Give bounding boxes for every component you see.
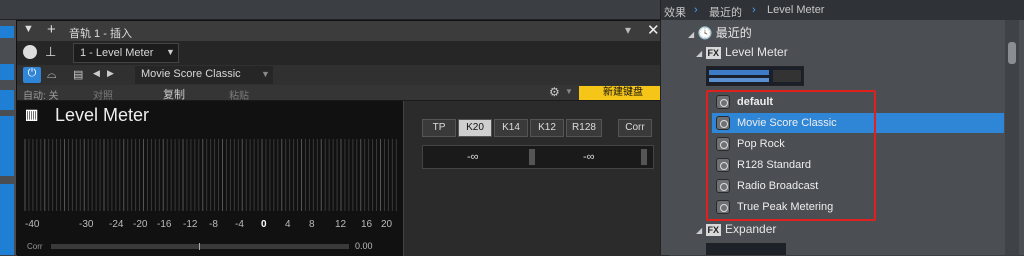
r128-button[interactable]: R128 [566, 119, 602, 137]
corr-label: Corr [27, 242, 43, 251]
scale-tick-label: 16 [361, 219, 373, 230]
scale-tick-label: -8 [209, 219, 218, 230]
track-indicator [0, 64, 14, 80]
insert-name: 1 - Level Meter [80, 47, 154, 59]
scale-tick-label: -24 [109, 219, 124, 230]
scale-tick-label: -4 [235, 219, 244, 230]
expand-icon: ◢ [688, 30, 695, 39]
track-indicator [0, 116, 14, 176]
scale-tick-label: -16 [157, 219, 172, 230]
meter-graph [24, 139, 397, 211]
readout-divider [529, 149, 535, 165]
chevron-down-icon: ▼ [166, 47, 175, 57]
pin-icon[interactable]: ▾ [625, 23, 631, 37]
thumbnail-detail [709, 70, 769, 75]
breadcrumb-recent[interactable]: 最近的 [709, 4, 742, 20]
track-indicator [0, 184, 14, 255]
scale-tick-label: -12 [183, 219, 198, 230]
scale-tick-label: -20 [133, 219, 148, 230]
track-indicator [0, 26, 14, 38]
peak-readout: -∞ -∞ [422, 145, 654, 169]
plugin-window: ▼ + 音轨 1 - 插入 ▾ ✕ ⊥ 1 - Level Meter ▼ ⏻ … [16, 20, 669, 256]
correlation-bar [51, 243, 349, 250]
routing-icon[interactable]: ⊥ [45, 44, 56, 60]
level-meter-panel: ▥ Level Meter -40 -30 -24 -20 -16 -12 -8 -4 0 4 8 1… [17, 101, 403, 256]
correlation-value: 0.00 [355, 241, 373, 251]
compare-button[interactable]: 对照 [93, 87, 113, 102]
power-icon[interactable]: ⏻ [23, 67, 41, 83]
scrollbar-thumb[interactable] [1008, 42, 1016, 64]
compare-row: 自动: 关 对照 复制 粘贴 ⚙ ▼ 新建键盘 [17, 85, 669, 102]
gear-icon[interactable]: ⚙ [549, 85, 560, 99]
clock-icon: 🕓 [697, 26, 713, 40]
bypass-icon[interactable]: ⌓ [47, 67, 57, 82]
plugin-thumbnail [706, 66, 804, 86]
copy-button[interactable]: 复制 [163, 86, 185, 102]
power-knob-icon[interactable] [23, 45, 37, 59]
k12-button[interactable]: K12 [530, 119, 564, 137]
meter-controls-panel: TP K20 K14 K12 R128 Corr -∞ -∞ [403, 101, 669, 256]
chevron-right-icon: › [752, 4, 756, 16]
tree-recent[interactable]: ◢ 🕓 最近的 [688, 24, 752, 41]
fx-icon: FX [705, 224, 722, 236]
preset-list-icon[interactable]: ▤ [73, 68, 83, 81]
tree-level-meter[interactable]: ◢ FX Level Meter [696, 45, 788, 59]
breadcrumb: 效果 › 最近的 › Level Meter [661, 0, 1024, 20]
preset-name: Movie Score Classic [141, 68, 241, 80]
tp-button[interactable]: TP [422, 119, 456, 137]
scale-tick-label: 20 [381, 219, 393, 230]
insert-row: ⊥ 1 - Level Meter ▼ [17, 41, 669, 65]
expand-icon: ◢ [696, 226, 703, 235]
preset-row: ⏻ ⌓ ▤ ◀ ▶ Movie Score Classic ▼ [17, 65, 669, 85]
insert-selector[interactable]: 1 - Level Meter ▼ [73, 43, 179, 63]
plugin-brand-title: Level Meter [55, 105, 150, 125]
presonus-logo-icon: ▥ [25, 106, 39, 122]
tree-level-meter-label: Level Meter [725, 45, 788, 59]
collapse-icon[interactable]: ▼ [23, 23, 34, 35]
expand-icon: ◢ [696, 49, 703, 58]
tree-expander-label: Expander [725, 222, 777, 236]
scale-tick-label: 4 [285, 219, 291, 230]
chevron-right-icon: › [694, 4, 698, 16]
corr-button[interactable]: Corr [618, 119, 652, 137]
chevron-down-icon: ▼ [261, 69, 270, 79]
scale-tick-label: -30 [79, 219, 94, 230]
breadcrumb-effects[interactable]: 效果 [664, 4, 686, 20]
breadcrumb-level-meter[interactable]: Level Meter [767, 4, 824, 16]
k14-button[interactable]: K14 [494, 119, 528, 137]
k20-button[interactable]: K20 [458, 119, 492, 137]
prev-preset-icon[interactable]: ◀ [93, 68, 100, 79]
thumbnail-detail [709, 78, 769, 82]
scale-tick-label: 8 [309, 219, 315, 230]
track-insert-title: 音轨 1 - 插入 [69, 28, 132, 40]
readout-divider [641, 149, 647, 165]
fx-icon: FX [705, 47, 722, 59]
track-indicator [0, 90, 14, 110]
scale-tick-label: 12 [335, 219, 347, 230]
thumbnail-detail [773, 70, 801, 82]
scale-tick-label: 0 [261, 219, 267, 230]
close-icon[interactable]: ✕ [647, 21, 660, 39]
tree-expander[interactable]: ◢ FX Expander [696, 222, 776, 236]
auto-label[interactable]: 自动: 关 [23, 87, 59, 102]
preset-selector[interactable]: Movie Score Classic ▼ [135, 66, 273, 84]
correlation-marker [199, 243, 200, 250]
readout-left: -∞ [467, 151, 479, 163]
plugin-title-bar[interactable]: ▼ + 音轨 1 - 插入 ▾ ✕ [17, 21, 669, 41]
scale-tick-label: -40 [25, 219, 40, 230]
add-icon[interactable]: + [47, 21, 56, 38]
readout-right: -∞ [583, 151, 595, 163]
daw-top-strip [0, 0, 672, 20]
next-preset-icon[interactable]: ▶ [107, 68, 114, 79]
tree-recent-label: 最近的 [715, 26, 752, 40]
chevron-down-icon[interactable]: ▼ [565, 87, 573, 96]
new-keyboard-button[interactable]: 新建键盘 [579, 86, 667, 100]
paste-button[interactable]: 粘贴 [229, 87, 249, 102]
expander-thumbnail [706, 243, 786, 255]
highlight-box [706, 90, 876, 221]
